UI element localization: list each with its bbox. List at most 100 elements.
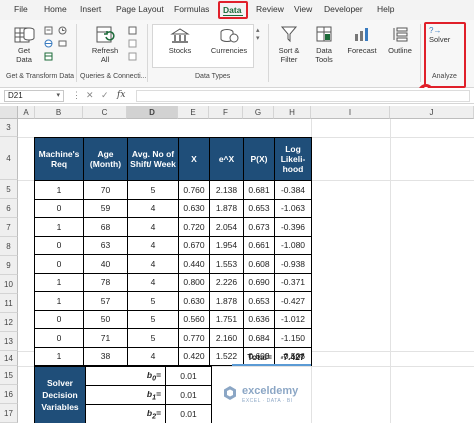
table-cell[interactable]: 4 xyxy=(127,272,179,292)
coef-b1-value[interactable]: 0.01 xyxy=(165,385,212,405)
tab-insert[interactable]: Insert xyxy=(80,4,101,14)
table-cell[interactable]: -0.384 xyxy=(274,180,312,200)
table-cell[interactable]: 38 xyxy=(83,346,128,366)
header-x[interactable]: X xyxy=(178,137,210,181)
table-cell[interactable]: 4 xyxy=(127,346,179,366)
gallery-more-button[interactable]: ▴ ▾ xyxy=(256,26,260,42)
table-cell[interactable]: 1 xyxy=(34,217,84,237)
table-cell[interactable]: 1.878 xyxy=(209,198,244,218)
row-header-17[interactable]: 17 xyxy=(0,404,18,423)
table-cell[interactable]: -0.427 xyxy=(274,291,312,311)
table-cell[interactable]: 0.661 xyxy=(243,235,275,255)
table-cell[interactable]: 0.720 xyxy=(178,217,210,237)
row-header-13[interactable]: 13 xyxy=(0,332,18,351)
table-cell[interactable]: 5 xyxy=(127,291,179,311)
column-header-b[interactable]: B xyxy=(35,106,83,119)
tab-formulas[interactable]: Formulas xyxy=(174,4,209,14)
table-cell[interactable]: 0.684 xyxy=(243,328,275,348)
table-cell[interactable]: 0.690 xyxy=(243,272,275,292)
row-header-15[interactable]: 15 xyxy=(0,366,18,385)
table-cell[interactable]: 0.420 xyxy=(178,346,210,366)
column-header-e[interactable]: E xyxy=(178,106,209,119)
table-cell[interactable]: 0.630 xyxy=(178,291,210,311)
table-cell[interactable]: 0 xyxy=(34,235,84,255)
table-cell[interactable]: 0.440 xyxy=(178,254,210,274)
row-header-7[interactable]: 7 xyxy=(0,218,18,237)
get-data-button[interactable]: Get Data xyxy=(10,24,38,64)
table-cell[interactable]: 4 xyxy=(127,235,179,255)
table-cell[interactable]: 2.138 xyxy=(209,180,244,200)
sort-filter-button[interactable]: Sort & Filter xyxy=(274,24,304,64)
table-cell[interactable]: 0.653 xyxy=(243,198,275,218)
recent-sources-icon[interactable] xyxy=(58,26,67,35)
data-tools-button[interactable]: Data Tools xyxy=(310,24,338,64)
table-cell[interactable]: 0.608 xyxy=(243,254,275,274)
header-avg-shift[interactable]: Avg. No of Shift/ Week xyxy=(127,137,179,181)
table-cell[interactable]: 1.553 xyxy=(209,254,244,274)
tab-data[interactable]: Data xyxy=(218,1,248,19)
column-header-d[interactable]: D xyxy=(127,106,178,119)
total-label[interactable]: Total= xyxy=(232,350,274,364)
table-cell[interactable]: 1 xyxy=(34,272,84,292)
formula-input[interactable] xyxy=(136,90,470,102)
column-header-f[interactable]: F xyxy=(209,106,243,119)
table-cell[interactable]: 1.751 xyxy=(209,309,244,329)
coef-b0-label[interactable]: b0= xyxy=(85,366,166,386)
table-cell[interactable]: -0.938 xyxy=(274,254,312,274)
table-cell[interactable]: 2.226 xyxy=(209,272,244,292)
forecast-button[interactable]: Forecast xyxy=(344,24,380,55)
table-cell[interactable]: -0.371 xyxy=(274,272,312,292)
table-cell[interactable]: 4 xyxy=(127,198,179,218)
insert-function-icon[interactable]: fx xyxy=(117,90,125,100)
column-header-h[interactable]: H xyxy=(274,106,311,119)
table-cell[interactable]: 0 xyxy=(34,254,84,274)
table-cell[interactable]: 1 xyxy=(34,346,84,366)
table-cell[interactable]: 0.560 xyxy=(178,309,210,329)
existing-connections-icon[interactable] xyxy=(58,39,67,48)
table-cell[interactable]: -1.150 xyxy=(274,328,312,348)
table-cell[interactable]: 1 xyxy=(34,291,84,311)
coef-b0-value[interactable]: 0.01 xyxy=(165,366,212,386)
solver-decision-label[interactable]: Solver Decision Variables xyxy=(34,366,86,423)
text-csv-icon[interactable] xyxy=(44,26,53,35)
table-cell[interactable]: 0.630 xyxy=(178,198,210,218)
name-box[interactable]: D21 ▾ xyxy=(4,90,64,102)
from-table-icon[interactable] xyxy=(44,52,53,61)
table-cell[interactable]: 0.681 xyxy=(243,180,275,200)
column-header-i[interactable]: I xyxy=(311,106,390,119)
table-cell[interactable]: 0.760 xyxy=(178,180,210,200)
header-age-month[interactable]: Age (Month) xyxy=(83,137,128,181)
column-header-c[interactable]: C xyxy=(83,106,127,119)
table-cell[interactable]: 0.636 xyxy=(243,309,275,329)
more-options-icon[interactable]: ⋮ xyxy=(72,90,81,101)
from-web-icon[interactable] xyxy=(44,39,53,48)
table-cell[interactable]: 1 xyxy=(34,180,84,200)
row-header-10[interactable]: 10 xyxy=(0,275,18,294)
currencies-button[interactable]: Currencies xyxy=(206,28,252,55)
table-cell[interactable]: 4 xyxy=(127,254,179,274)
table-cell[interactable]: -1.063 xyxy=(274,198,312,218)
properties-icon[interactable] xyxy=(128,39,137,48)
table-cell[interactable]: -0.396 xyxy=(274,217,312,237)
table-cell[interactable]: 0.800 xyxy=(178,272,210,292)
outline-button[interactable]: Outline xyxy=(384,24,416,55)
chevron-down-icon[interactable]: ▾ xyxy=(56,91,60,101)
row-header-3[interactable]: 3 xyxy=(0,119,18,137)
table-cell[interactable]: 0.673 xyxy=(243,217,275,237)
table-cell[interactable]: 68 xyxy=(83,217,128,237)
table-cell[interactable]: 0.670 xyxy=(178,235,210,255)
table-cell[interactable]: 71 xyxy=(83,328,128,348)
table-cell[interactable]: -1.080 xyxy=(274,235,312,255)
table-cell[interactable]: 40 xyxy=(83,254,128,274)
total-value[interactable]: -7.427 xyxy=(274,350,311,364)
table-cell[interactable]: 50 xyxy=(83,309,128,329)
table-cell[interactable]: -1.012 xyxy=(274,309,312,329)
table-cell[interactable]: 0 xyxy=(34,309,84,329)
table-cell[interactable]: 57 xyxy=(83,291,128,311)
coef-b1-label[interactable]: b1= xyxy=(85,385,166,405)
tab-file[interactable]: File xyxy=(14,4,28,14)
table-cell[interactable]: 5 xyxy=(127,180,179,200)
row-header-14[interactable]: 14 xyxy=(0,351,18,366)
table-cell[interactable]: 1.878 xyxy=(209,291,244,311)
solver-button[interactable]: ?→ Solver xyxy=(426,26,464,44)
